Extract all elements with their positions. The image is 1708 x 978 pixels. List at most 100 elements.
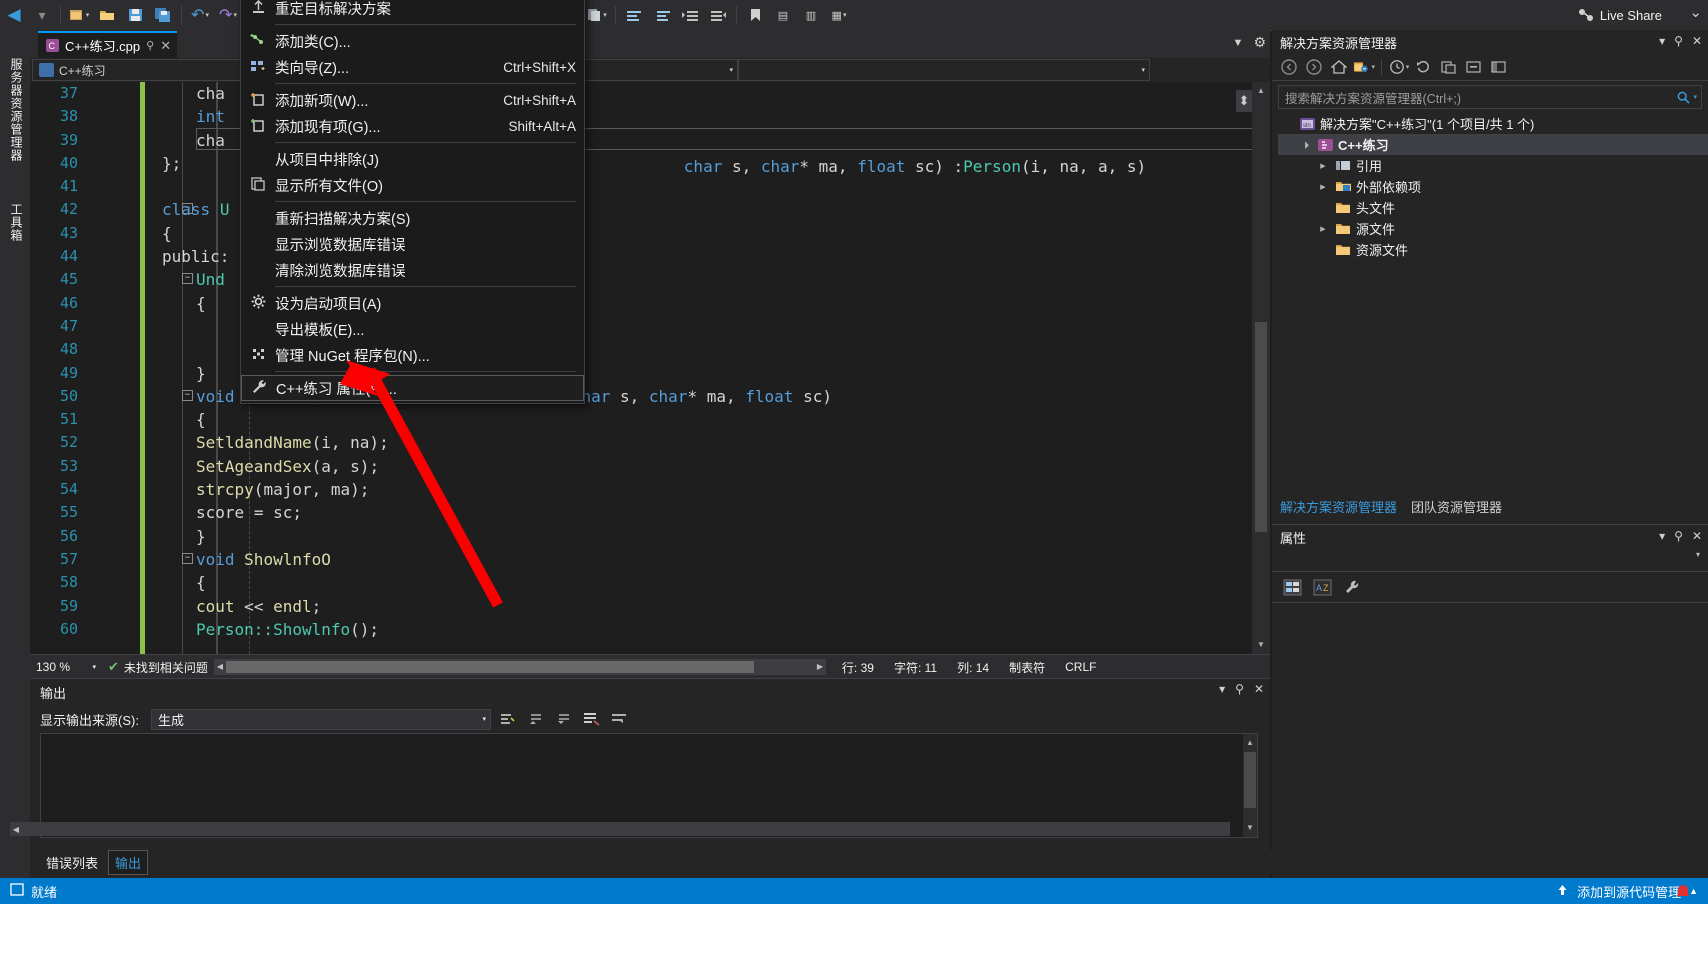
project-context-menu[interactable]: 重定目标解决方案 添加类(C)... 类向导(Z)... Ctrl+Shift+X 添加…	[240, 0, 585, 404]
copy-icon[interactable]: ▾	[584, 3, 610, 27]
solution-explorer-search[interactable]: 搜索解决方案资源管理器(Ctrl+;) ▾	[1278, 85, 1702, 109]
bookmark-prev-icon[interactable]: ▥	[798, 3, 824, 27]
output-source-select[interactable]: 生成 ▾	[150, 708, 491, 730]
bottom-tab[interactable]: 错误列表	[40, 851, 104, 874]
menu-item-8[interactable]: 重新扫描解决方案(S)	[241, 205, 584, 231]
code-line[interactable]: 45 − Und	[30, 268, 1270, 291]
tree-item-external-deps-icon[interactable]: ▶ 外部依赖项	[1278, 176, 1708, 197]
clear-all-icon[interactable]	[581, 708, 603, 730]
bookmark-icon[interactable]	[742, 3, 768, 27]
forward-icon[interactable]	[1303, 56, 1325, 78]
menu-item-14[interactable]: C++练习 属性(P)...	[241, 375, 584, 401]
code-line[interactable]: 59 cout << endl;	[30, 595, 1270, 618]
code-line[interactable]: 43 {	[30, 222, 1270, 245]
editor-horizontal-scrollbar[interactable]: ◀ ▶	[213, 659, 826, 675]
document-tab-cpp-file[interactable]: C C++练习.cpp ⚲ ✕	[38, 31, 178, 58]
menu-item-7[interactable]: 显示所有文件(O)	[241, 172, 584, 198]
zoom-level-combo[interactable]: 130 % ▾	[30, 660, 102, 674]
close-icon[interactable]: ✕	[1692, 529, 1702, 543]
chevron-down-icon[interactable]: ▾	[1659, 529, 1665, 543]
redo-icon[interactable]: ↷ ▾	[215, 3, 241, 27]
code-line[interactable]: 60 Person::Showlnfo();	[30, 618, 1270, 641]
close-icon[interactable]: ✕	[1692, 34, 1702, 48]
scrollbar-thumb[interactable]	[1255, 322, 1267, 532]
save-icon[interactable]	[122, 3, 148, 27]
menu-item-6[interactable]: 从项目中排除(J)	[241, 146, 584, 172]
word-wrap-icon[interactable]	[609, 708, 631, 730]
chevron-collapsed-icon[interactable]: ▶	[1316, 183, 1330, 191]
scrollbar-thumb[interactable]	[225, 661, 754, 673]
fold-toggle-icon[interactable]: −	[182, 389, 193, 401]
scroll-left-icon[interactable]: ◀	[10, 822, 22, 836]
bookmark-next-icon[interactable]: ▤	[770, 3, 796, 27]
tool-window-tab[interactable]: 解决方案资源管理器	[1280, 497, 1397, 516]
code-line[interactable]: 48	[30, 338, 1270, 361]
menu-item-1[interactable]: 重定目标解决方案	[241, 0, 584, 21]
issue-status[interactable]: ✔ 未找到相关问题	[102, 659, 208, 676]
clear-bookmarks-icon[interactable]: ▦ ▾	[826, 3, 852, 27]
comment-icon[interactable]	[621, 3, 647, 27]
code-line[interactable]: 55 score = sc;	[30, 501, 1270, 524]
scroll-up-icon[interactable]: ▲	[1243, 734, 1257, 752]
code-editor-surface[interactable]: 37 cha 38 int 39 cha 40}; 41 42− class U 43{44 publ…	[30, 82, 1270, 654]
chevron-down-icon[interactable]: ▾	[1219, 682, 1225, 696]
close-icon[interactable]: ✕	[160, 38, 171, 54]
chevron-collapsed-icon[interactable]: ▶	[1316, 225, 1330, 233]
tool-window-tab[interactable]: 团队资源管理器	[1411, 497, 1502, 516]
find-message-source-icon[interactable]	[497, 708, 519, 730]
code-line[interactable]: 51 {	[30, 408, 1270, 431]
chevron-down-icon[interactable]: ▾	[1659, 34, 1665, 48]
dock-tab-server-explorer[interactable]: 服务器资源管理器	[3, 40, 25, 180]
go-to-next-message-icon[interactable]	[553, 708, 575, 730]
chevron-down-icon[interactable]: ▼	[1233, 37, 1244, 49]
chevron-expanded-icon[interactable]: ◢	[1297, 137, 1313, 153]
output-vertical-scrollbar[interactable]: ▲ ▼	[1243, 734, 1257, 837]
outdent-icon[interactable]	[705, 3, 731, 27]
back-icon[interactable]	[1278, 56, 1300, 78]
gear-icon[interactable]: ⚙	[1253, 34, 1266, 51]
editor-vertical-scrollbar[interactable]: ▲ ▼	[1252, 82, 1270, 654]
pin-icon[interactable]: ⚲	[1674, 529, 1683, 543]
code-line[interactable]: 49}	[30, 362, 1270, 385]
collapse-all-icon[interactable]	[1463, 56, 1485, 78]
chevron-collapsed-icon[interactable]: ▶	[1316, 162, 1330, 170]
scrollbar-thumb[interactable]	[1244, 752, 1256, 808]
menu-item-3[interactable]: 类向导(Z)... Ctrl+Shift+X	[241, 54, 584, 80]
forward-icon[interactable]: ▾	[29, 3, 55, 27]
menu-item-5[interactable]: 添加现有项(G)... Shift+Alt+A	[241, 113, 584, 139]
code-line[interactable]: 38 int	[30, 105, 1270, 128]
properties-object-combo[interactable]: ▾	[1272, 549, 1708, 572]
save-all-icon[interactable]	[150, 3, 176, 27]
dock-tab-toolbox[interactable]: 工具箱	[3, 192, 25, 252]
code-line[interactable]: 57 − void ShowlnfoO	[30, 548, 1270, 571]
scroll-down-icon[interactable]: ▼	[1243, 819, 1257, 837]
code-line[interactable]: 53 SetAgeandSex(a, s);	[30, 455, 1270, 478]
menu-item-4[interactable]: 添加新项(W)... Ctrl+Shift+A	[241, 87, 584, 113]
menu-item-13[interactable]: 管理 NuGet 程序包(N)...	[241, 342, 584, 368]
scroll-up-icon[interactable]: ▲	[1252, 82, 1270, 100]
code-line[interactable]: 56}	[30, 525, 1270, 548]
code-line[interactable]: 37 cha	[30, 82, 1270, 105]
alphabetical-icon[interactable]: AZ	[1310, 576, 1334, 598]
go-to-previous-message-icon[interactable]	[525, 708, 547, 730]
output-horizontal-scrollbar[interactable]: ◀	[10, 822, 1230, 836]
search-icon[interactable]: ▾	[1677, 91, 1697, 104]
fold-toggle-icon[interactable]: −	[182, 552, 193, 564]
pending-changes-icon[interactable]: ▾	[1388, 56, 1410, 78]
tree-item-solution-icon[interactable]: sln 解决方案"C++练习"(1 个项目/共 1 个)	[1278, 113, 1708, 134]
code-line[interactable]: 58 {	[30, 571, 1270, 594]
bottom-tab[interactable]: 输出	[108, 849, 149, 875]
open-file-icon[interactable]	[94, 3, 120, 27]
menu-item-12[interactable]: 导出模板(E)...	[241, 316, 584, 342]
notifications-icon[interactable]	[1672, 884, 1694, 900]
sync-with-active-document-icon[interactable]: ▾	[1353, 56, 1375, 78]
pin-icon[interactable]: ⚲	[146, 39, 154, 52]
tree-item-references-icon[interactable]: ▶ 引用	[1278, 155, 1708, 176]
pin-icon[interactable]: ⚲	[1235, 682, 1244, 696]
tree-item-cpp-project-icon[interactable]: ◢ C++练习	[1278, 134, 1708, 155]
indent-icon[interactable]	[677, 3, 703, 27]
code-line[interactable]: 46 {	[30, 292, 1270, 315]
code-line[interactable]: 44 public:	[30, 245, 1270, 268]
new-project-icon[interactable]: ▾	[66, 3, 92, 27]
code-line[interactable]: 42− class U	[30, 198, 1270, 221]
